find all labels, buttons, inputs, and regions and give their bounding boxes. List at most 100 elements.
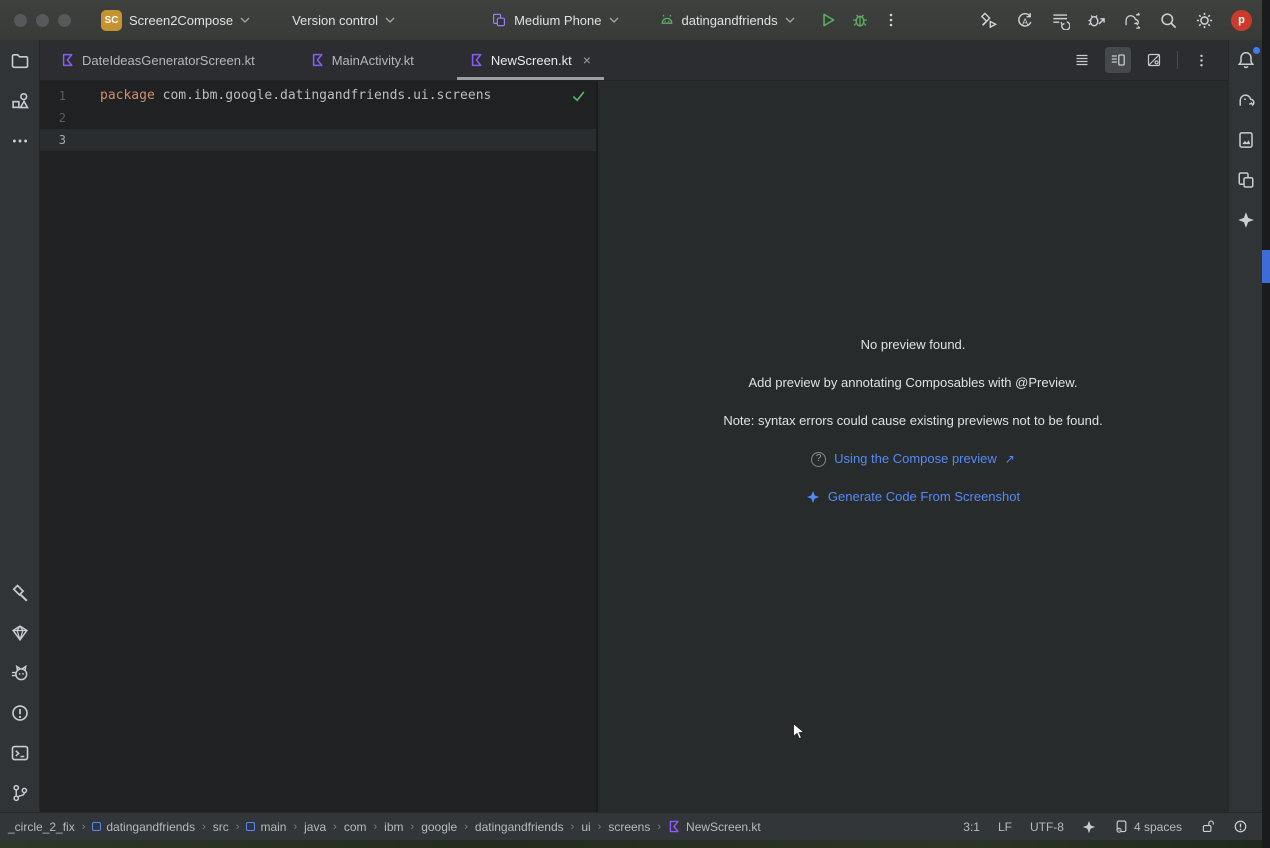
problems-icon[interactable] bbox=[8, 701, 32, 725]
breadcrumb-item[interactable]: _circle_2_fix bbox=[8, 820, 75, 834]
left-tool-window-bar bbox=[0, 40, 40, 812]
project-widget[interactable]: SC Screen2Compose bbox=[101, 10, 250, 31]
line-number: 2 bbox=[40, 107, 100, 129]
app-quality-insights-icon[interactable] bbox=[8, 621, 32, 645]
spark-status-icon[interactable] bbox=[1082, 820, 1096, 834]
file-encoding[interactable]: UTF-8 bbox=[1030, 820, 1064, 834]
problems-status-icon[interactable] bbox=[1233, 819, 1248, 834]
inspection-ok-icon[interactable] bbox=[571, 89, 586, 108]
split-view-icon[interactable] bbox=[1105, 47, 1131, 73]
unlock-icon[interactable] bbox=[1200, 819, 1215, 834]
indent-widget[interactable]: 4 spaces bbox=[1114, 819, 1182, 834]
gradle-sync-icon[interactable] bbox=[1123, 11, 1142, 30]
generate-code-link[interactable]: Generate Code From Screenshot bbox=[828, 488, 1020, 506]
breadcrumb-item[interactable]: datingandfriends bbox=[475, 820, 564, 834]
indent-settings-icon bbox=[1114, 819, 1129, 834]
right-tool-window-bar bbox=[1228, 40, 1262, 812]
preview-message-1: No preview found. bbox=[861, 336, 966, 354]
android-icon bbox=[659, 12, 675, 28]
gemini-spark-icon[interactable] bbox=[1234, 208, 1258, 232]
code-line-current[interactable]: 3 bbox=[40, 129, 596, 151]
breadcrumb-item-file[interactable]: NewScreen.kt bbox=[668, 820, 761, 834]
version-control-label: Version control bbox=[292, 13, 378, 28]
chevron-down-icon bbox=[240, 17, 250, 23]
kotlin-file-icon bbox=[311, 53, 325, 67]
project-name: Screen2Compose bbox=[129, 13, 233, 28]
build-tool-icon[interactable] bbox=[8, 581, 32, 605]
apply-code-changes-icon[interactable] bbox=[1051, 11, 1070, 30]
caret-position[interactable]: 3:1 bbox=[963, 820, 980, 834]
project-folder-icon[interactable] bbox=[8, 49, 32, 73]
line-number: 3 bbox=[40, 129, 100, 151]
help-icon: ? bbox=[811, 452, 826, 467]
user-avatar[interactable]: p bbox=[1231, 10, 1252, 31]
device-selector[interactable]: Medium Phone bbox=[491, 12, 618, 28]
debug-icon[interactable] bbox=[851, 11, 869, 29]
mouse-cursor bbox=[793, 723, 805, 743]
project-badge: SC bbox=[101, 10, 122, 31]
breadcrumb-item[interactable]: ibm bbox=[384, 820, 403, 834]
background-window-sliver bbox=[1262, 250, 1270, 283]
kotlin-file-icon bbox=[668, 820, 681, 833]
breadcrumb-item[interactable]: ui bbox=[581, 820, 590, 834]
code-editor[interactable]: 1 package com.ibm.google.datingandfriend… bbox=[40, 81, 596, 812]
run-icon[interactable] bbox=[819, 11, 837, 29]
compose-preview-help-link[interactable]: Using the Compose preview bbox=[834, 450, 997, 468]
version-control-widget[interactable]: Version control bbox=[292, 13, 395, 28]
line-number: 1 bbox=[40, 85, 100, 107]
breadcrumb-item[interactable]: main bbox=[246, 820, 286, 834]
tab-mainactivity[interactable]: MainActivity.kt bbox=[298, 40, 427, 80]
code-view-icon[interactable] bbox=[1069, 47, 1095, 73]
status-bar-widgets: 3:1 LF UTF-8 4 spaces bbox=[963, 819, 1248, 834]
breadcrumb-item[interactable]: src bbox=[213, 820, 229, 834]
device-label: Medium Phone bbox=[514, 13, 601, 28]
ide-window: SC Screen2Compose Version control Medium… bbox=[0, 0, 1270, 848]
window-controls[interactable] bbox=[14, 14, 71, 27]
search-icon[interactable] bbox=[1159, 11, 1178, 30]
package-path: com.ibm.google.datingandfriends.ui.scree… bbox=[155, 88, 492, 103]
design-view-icon[interactable] bbox=[1141, 47, 1167, 73]
version-control-branch-icon[interactable] bbox=[8, 781, 32, 805]
code-line[interactable]: 2 bbox=[40, 107, 596, 129]
gradle-icon[interactable] bbox=[1234, 88, 1258, 112]
minimize-window-button[interactable] bbox=[36, 14, 49, 27]
breadcrumb-item[interactable]: screens bbox=[608, 820, 650, 834]
compose-preview-panel: No preview found. Add preview by annotat… bbox=[598, 81, 1228, 812]
editor-more-options-icon[interactable] bbox=[1188, 47, 1214, 73]
module-icon bbox=[92, 822, 101, 831]
divider bbox=[1177, 51, 1178, 69]
device-manager-icon[interactable] bbox=[1234, 168, 1258, 192]
preview-message-3: Note: syntax errors could cause existing… bbox=[723, 412, 1102, 430]
close-window-button[interactable] bbox=[14, 14, 27, 27]
apply-changes-icon[interactable] bbox=[1015, 11, 1034, 30]
breadcrumb-item[interactable]: com bbox=[344, 820, 367, 834]
virtual-device-icon bbox=[491, 12, 507, 28]
build-run-icon[interactable] bbox=[979, 11, 998, 30]
close-tab-icon[interactable]: × bbox=[583, 52, 591, 68]
resource-manager-icon[interactable] bbox=[8, 89, 32, 113]
editor-view-modes bbox=[1069, 40, 1228, 80]
tab-newscreen[interactable]: NewScreen.kt × bbox=[457, 40, 604, 80]
code-line[interactable]: 1 package com.ibm.google.datingandfriend… bbox=[40, 85, 596, 107]
terminal-icon[interactable] bbox=[8, 741, 32, 765]
logcat-icon[interactable] bbox=[8, 661, 32, 685]
main-toolbar: SC Screen2Compose Version control Medium… bbox=[0, 0, 1262, 40]
breadcrumb-item[interactable]: datingandfriends bbox=[92, 820, 195, 834]
more-tool-windows-icon[interactable] bbox=[8, 129, 32, 153]
settings-gear-icon[interactable] bbox=[1195, 11, 1214, 30]
breadcrumb-item[interactable]: java bbox=[304, 820, 326, 834]
run-config-label: datingandfriends bbox=[682, 13, 778, 28]
chevron-down-icon bbox=[385, 17, 395, 23]
attach-debugger-icon[interactable] bbox=[1087, 11, 1106, 30]
zoom-window-button[interactable] bbox=[58, 14, 71, 27]
running-devices-icon[interactable] bbox=[1234, 128, 1258, 152]
chevron-down-icon bbox=[785, 17, 795, 23]
breadcrumb: _circle_2_fix › datingandfriends › src ›… bbox=[8, 820, 761, 834]
more-actions-icon[interactable] bbox=[883, 12, 899, 28]
breadcrumb-item[interactable]: google bbox=[421, 820, 457, 834]
toolbar-right-actions: p bbox=[979, 10, 1252, 31]
run-configuration-selector[interactable]: datingandfriends bbox=[659, 12, 795, 28]
line-separator[interactable]: LF bbox=[998, 820, 1012, 834]
tab-dateideasgeneratorscreen[interactable]: DateIdeasGeneratorScreen.kt bbox=[48, 40, 268, 80]
notifications-bell-icon[interactable] bbox=[1234, 48, 1258, 72]
